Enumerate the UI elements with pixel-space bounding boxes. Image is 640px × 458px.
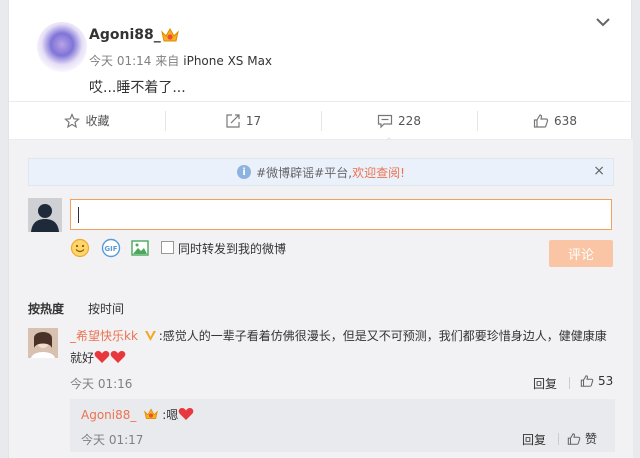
emoji-icon[interactable]: [70, 238, 90, 258]
sub-comment-reply-button[interactable]: 回复: [522, 431, 546, 448]
heart-icon: [94, 350, 110, 363]
repost-count: 17: [245, 113, 262, 128]
commenter-photo: [28, 328, 58, 358]
comment-like-button[interactable]: 53: [580, 374, 613, 388]
sub-comment-text: 嗯: [166, 408, 179, 422]
repost-checkbox-label[interactable]: 同时转发到我的微博: [178, 240, 286, 257]
commenter-name[interactable]: _希望快乐kk: [70, 329, 138, 343]
post-text: 哎...睡不着了...: [89, 80, 186, 96]
sub-comment: Agoni88_ :嗯 今天 01:17 回复 赞: [70, 399, 615, 452]
post-time[interactable]: 今天 01:14: [89, 54, 151, 68]
chevron-down-icon[interactable]: [595, 16, 611, 28]
close-icon[interactable]: ×: [593, 163, 605, 179]
vip-crown-icon[interactable]: [160, 26, 180, 44]
comment-button[interactable]: 228: [321, 102, 477, 139]
star-icon: [64, 112, 81, 128]
author-avatar[interactable]: [37, 22, 87, 72]
notice-text: #微博辟谣#平台,: [256, 165, 353, 180]
comment-icon: [377, 114, 393, 128]
action-bar: 收藏 17 228 638: [9, 101, 633, 140]
user-silhouette-icon: [28, 198, 62, 232]
repost-icon: [226, 113, 240, 128]
svg-text:GIF: GIF: [104, 245, 117, 253]
image-icon[interactable]: [130, 238, 150, 258]
vip-crown-icon[interactable]: [142, 407, 160, 421]
sub-comment-time: 今天 01:17: [81, 433, 144, 447]
info-icon: i: [237, 165, 252, 179]
commenter-avatar[interactable]: [28, 328, 58, 358]
comment-time: 今天 01:16: [70, 377, 133, 391]
comment-input[interactable]: [70, 199, 612, 230]
repost-button[interactable]: 17: [165, 102, 321, 139]
favorite-label: 收藏: [85, 114, 110, 128]
post-source-prefix: 来自: [155, 54, 180, 68]
weibo-post-card: Agoni88_ 今天 01:14 来自 iPhone XS Max 哎...睡不…: [8, 0, 633, 458]
heart-icon: [178, 407, 194, 420]
submit-comment-button[interactable]: 评论: [549, 240, 613, 267]
my-avatar[interactable]: [28, 198, 62, 232]
sub-comment-like-button[interactable]: 赞: [567, 430, 597, 447]
comment-body: _希望快乐kk :感觉人的一辈子看着仿佛很漫长，但是又不可预测，我们都要珍惜身边…: [70, 325, 615, 369]
verified-v-icon[interactable]: [144, 329, 157, 342]
sub-commenter-name[interactable]: Agoni88_: [81, 408, 136, 422]
post-device[interactable]: iPhone XS Max: [183, 54, 272, 68]
thumbs-up-icon: [567, 432, 581, 445]
comment-reply-button[interactable]: 回复: [533, 375, 557, 392]
text-cursor: [78, 207, 79, 223]
sub-comment-body: Agoni88_ :嗯: [81, 406, 194, 424]
comment-like-count: 53: [598, 374, 614, 388]
heart-icon: [110, 350, 126, 363]
notice-link[interactable]: 欢迎查阅!: [352, 164, 405, 181]
rumor-notice: i #微博辟谣#平台, 欢迎查阅! ×: [28, 158, 614, 186]
comment-panel: i #微博辟谣#平台, 欢迎查阅! × GIF 同时转发到我的微博 评论 按热度…: [9, 140, 633, 458]
favorite-button[interactable]: 收藏: [9, 102, 165, 139]
like-button[interactable]: 638: [477, 102, 633, 139]
sub-comment-like-label: 赞: [585, 432, 598, 446]
sort-by-hot[interactable]: 按热度: [28, 300, 64, 317]
divider: [558, 433, 559, 445]
post-meta: 今天 01:14 来自 iPhone XS Max: [89, 52, 272, 69]
thumbs-up-icon: [533, 113, 549, 128]
like-count: 638: [554, 113, 577, 128]
repost-checkbox[interactable]: [161, 241, 174, 254]
author-name[interactable]: Agoni88_: [89, 27, 161, 43]
sort-by-time[interactable]: 按时间: [88, 300, 124, 317]
divider: [569, 377, 570, 389]
gif-icon[interactable]: GIF: [101, 238, 121, 258]
thumbs-up-icon: [580, 375, 594, 387]
comment-count: 228: [398, 113, 421, 128]
